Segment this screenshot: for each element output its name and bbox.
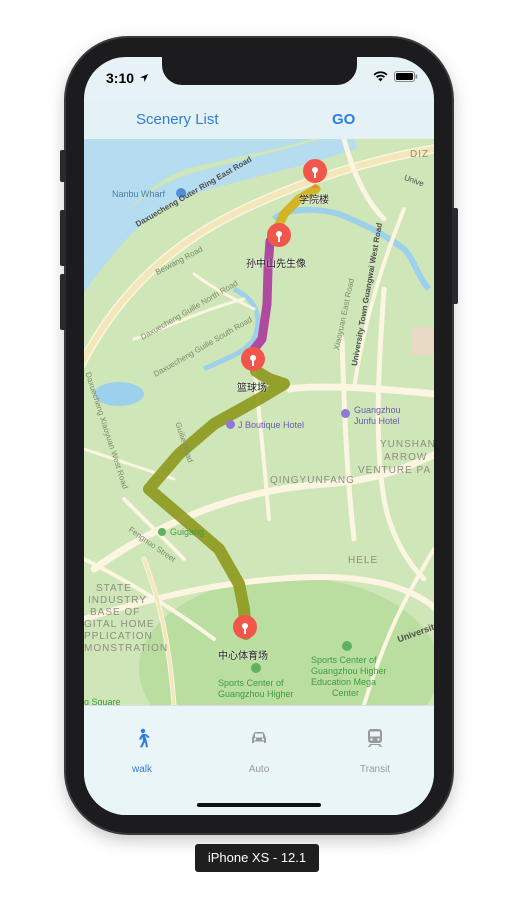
map-view[interactable]: Nanbu Wharf Daxuecheng Outer Ring East R… [84,139,434,705]
side-button [452,208,458,304]
train-icon [368,729,382,747]
tab-bar: walk Auto Transit [84,705,434,815]
tab-walk[interactable]: walk [102,728,182,775]
pin-label: 篮球场 [237,383,267,394]
pin-marker-icon [267,223,291,247]
location-arrow-icon [140,74,148,82]
pin-label: 孙中山先生像 [246,259,306,270]
walk-icon [139,728,150,748]
car-icon [252,732,266,743]
tab-walk-label: walk [131,764,152,775]
tab-transit[interactable]: Transit [335,728,415,775]
status-time: 3:10 [106,70,135,86]
map-pin[interactable]: 中心体育场 [218,615,268,662]
wifi-icon [373,71,388,82]
pond [94,382,144,406]
device-caption: iPhone XS - 12.1 [195,844,319,872]
navigation-bar: Scenery List GO [84,101,434,140]
tab-auto-label: Auto [248,764,270,775]
app-screen: 3:10 Scenery List GO Nanbu Wharf Daxuech… [84,57,434,815]
pin-marker-icon [241,347,265,371]
pin-marker-icon [303,159,327,188]
map-pin[interactable]: 篮球场 [237,347,267,394]
battery-icon [394,71,418,82]
volume-up-button [60,210,66,266]
tab-auto[interactable]: Auto [219,728,299,775]
notch [162,57,357,85]
tab-transit-label: Transit [359,764,391,775]
home-indicator[interactable] [197,803,321,807]
volume-down-button [60,274,66,330]
pin-label: 中心体育场 [218,651,268,662]
scenery-list-button[interactable]: Scenery List [136,111,219,128]
pin-marker-icon [233,615,257,639]
silent-switch [60,150,66,182]
map-pin[interactable]: 学院楼 [299,159,329,206]
pin-label: 学院楼 [299,195,329,206]
go-button[interactable]: GO [332,111,355,128]
map-pin[interactable]: 孙中山先生像 [246,223,306,270]
map-canvas[interactable] [84,139,434,705]
building-block [411,327,433,355]
